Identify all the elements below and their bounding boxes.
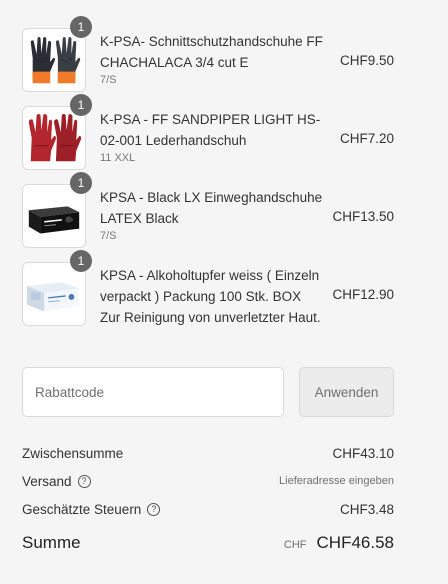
total-amount: CHF CHF46.58 bbox=[284, 533, 394, 553]
product-variant: 11 XXL bbox=[100, 152, 136, 164]
discount-code-input[interactable] bbox=[22, 367, 284, 417]
product-name: K-PSA- Schnittschutzhandschuhe FF CHACHA… bbox=[100, 34, 323, 70]
black-orange-cut-gloves-image bbox=[23, 29, 85, 91]
cost-summary: Zwischensumme CHF43.10 Versand ? Liefera… bbox=[22, 439, 394, 561]
cart-item: 1 K-PSA- Schnittschutzhandschuhe FF CHAC… bbox=[22, 16, 394, 100]
quantity-badge: 1 bbox=[70, 94, 92, 116]
red-leather-gloves-image bbox=[23, 107, 85, 169]
taxes-label-group: Geschätzte Steuern ? bbox=[22, 501, 161, 517]
subtotal-label: Zwischensumme bbox=[22, 445, 124, 461]
cart-item-list: 1 K-PSA- Schnittschutzhandschuhe FF CHAC… bbox=[22, 16, 394, 351]
cart-item: 1 K-PSA - FF SANDPIPER LIGHT HS-02-001 L… bbox=[22, 94, 394, 178]
quantity-badge: 1 bbox=[70, 250, 92, 272]
black-latex-gloves-box-image bbox=[23, 185, 85, 247]
apply-discount-button[interactable]: Anwenden bbox=[299, 367, 394, 417]
product-price: CHF12.90 bbox=[332, 287, 394, 302]
shipping-label-group: Versand ? bbox=[22, 474, 91, 489]
product-name: KPSA - Alkoholtupfer weiss ( Einzeln ver… bbox=[100, 268, 321, 325]
cart-item: 1 KPSA - Alkoholtupfer weiss ( Einzeln v… bbox=[22, 250, 394, 351]
shipping-value: Lieferadresse eingeben bbox=[279, 475, 394, 487]
shipping-row: Versand ? Lieferadresse eingeben bbox=[22, 467, 394, 495]
help-circle-icon[interactable]: ? bbox=[147, 502, 161, 516]
subtotal-row: Zwischensumme CHF43.10 bbox=[22, 439, 394, 467]
quantity-badge: 1 bbox=[70, 16, 92, 38]
subtotal-value: CHF43.10 bbox=[332, 445, 394, 461]
discount-code-form: Anwenden bbox=[22, 367, 394, 417]
taxes-label: Geschätzte Steuern bbox=[22, 501, 142, 517]
product-name: KPSA - Black LX Einweghandschuhe LATEX B… bbox=[100, 190, 323, 226]
product-thumbnail bbox=[22, 106, 86, 170]
quantity-badge: 1 bbox=[70, 172, 92, 194]
product-price: CHF13.50 bbox=[332, 209, 394, 224]
help-circle-icon[interactable]: ? bbox=[77, 474, 91, 488]
total-label: Summe bbox=[22, 533, 81, 552]
alcohol-swabs-box-image bbox=[23, 263, 85, 325]
taxes-value: CHF3.48 bbox=[339, 501, 394, 517]
shipping-label: Versand bbox=[22, 473, 72, 489]
product-thumbnail bbox=[22, 184, 86, 248]
product-price: CHF9.50 bbox=[339, 53, 394, 68]
cart-item: 1 KPSA - Black LX Einweghandschuhe LATEX… bbox=[22, 172, 394, 256]
product-thumbnail bbox=[22, 28, 86, 92]
total-row: Summe CHF CHF46.58 bbox=[22, 525, 394, 561]
product-variant: 7/S bbox=[100, 74, 117, 86]
product-thumbnail bbox=[22, 262, 86, 326]
product-price: CHF7.20 bbox=[339, 131, 394, 146]
taxes-row: Geschätzte Steuern ? CHF3.48 bbox=[22, 495, 394, 523]
total-value: CHF46.58 bbox=[316, 533, 394, 552]
product-variant: 7/S bbox=[100, 230, 117, 242]
product-name: K-PSA - FF SANDPIPER LIGHT HS-02-001 Led… bbox=[100, 112, 321, 148]
total-currency: CHF bbox=[283, 539, 307, 551]
order-summary-panel: 1 K-PSA- Schnittschutzhandschuhe FF CHAC… bbox=[0, 0, 448, 584]
